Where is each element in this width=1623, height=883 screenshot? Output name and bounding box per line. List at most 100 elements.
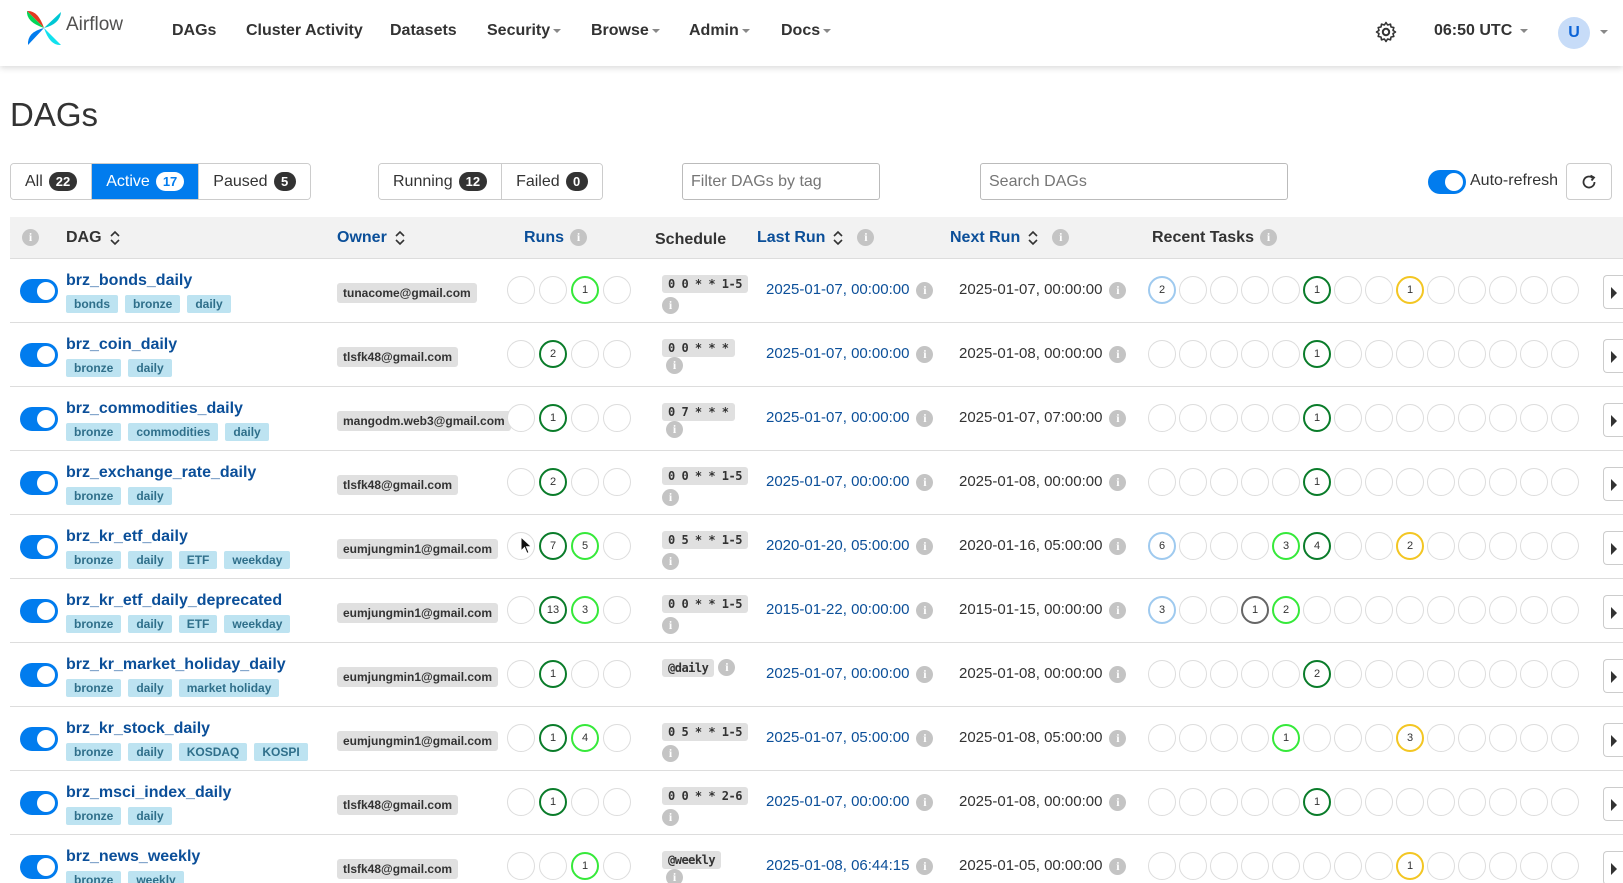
- task-state-circle[interactable]: [1427, 852, 1455, 880]
- run-state-circle[interactable]: [571, 788, 599, 816]
- info-icon[interactable]: i: [916, 473, 934, 491]
- task-state-circle[interactable]: [1458, 660, 1486, 688]
- dag-tag[interactable]: daily: [128, 551, 172, 569]
- task-state-circle[interactable]: [1241, 660, 1269, 688]
- task-state-circle[interactable]: [1489, 660, 1517, 688]
- task-state-circle[interactable]: [1303, 596, 1331, 624]
- task-state-circle[interactable]: 2: [1148, 276, 1176, 304]
- task-state-circle[interactable]: [1427, 276, 1455, 304]
- task-state-circle[interactable]: [1272, 468, 1300, 496]
- run-state-circle[interactable]: [507, 724, 535, 752]
- run-state-circle[interactable]: [603, 532, 631, 560]
- dag-pause-toggle[interactable]: [20, 471, 58, 495]
- task-state-circle[interactable]: 6: [1148, 532, 1176, 560]
- dag-tag[interactable]: KOSDAQ: [178, 743, 248, 761]
- schedule-badge[interactable]: 0 0 * * 1-5: [662, 595, 748, 613]
- task-state-circle[interactable]: [1148, 468, 1176, 496]
- run-state-circle[interactable]: [539, 276, 567, 304]
- task-state-circle[interactable]: [1427, 596, 1455, 624]
- task-state-circle[interactable]: [1520, 660, 1548, 688]
- task-state-circle[interactable]: [1458, 532, 1486, 560]
- dag-pause-toggle[interactable]: [20, 791, 58, 815]
- task-state-circle[interactable]: [1241, 276, 1269, 304]
- task-state-circle[interactable]: [1551, 660, 1579, 688]
- info-icon[interactable]: i: [1109, 409, 1127, 427]
- nav-dags[interactable]: DAGs: [172, 22, 216, 40]
- run-state-circle[interactable]: 4: [571, 724, 599, 752]
- info-icon[interactable]: i: [916, 345, 934, 363]
- info-icon[interactable]: i: [662, 745, 679, 762]
- task-state-circle[interactable]: [1365, 788, 1393, 816]
- dag-pause-toggle[interactable]: [20, 727, 58, 751]
- dag-tag[interactable]: daily: [128, 487, 172, 505]
- task-state-circle[interactable]: [1148, 788, 1176, 816]
- dag-tag[interactable]: ETF: [178, 551, 218, 569]
- task-state-circle[interactable]: [1148, 340, 1176, 368]
- run-state-circle[interactable]: 7: [539, 532, 567, 560]
- info-icon[interactable]: i: [666, 357, 683, 375]
- nav-cluster-activity[interactable]: Cluster Activity: [246, 22, 363, 40]
- dag-name-link[interactable]: brz_exchange_rate_daily: [66, 464, 256, 482]
- task-state-circle[interactable]: [1551, 340, 1579, 368]
- refresh-button[interactable]: [1566, 163, 1612, 200]
- task-state-circle[interactable]: [1303, 724, 1331, 752]
- dag-pause-toggle[interactable]: [20, 407, 58, 431]
- schedule-badge[interactable]: 0 7 * * *: [662, 403, 735, 421]
- task-state-circle[interactable]: [1396, 660, 1424, 688]
- task-state-circle[interactable]: [1241, 404, 1269, 432]
- task-state-circle[interactable]: [1427, 660, 1455, 688]
- task-state-circle[interactable]: [1148, 404, 1176, 432]
- run-state-circle[interactable]: [507, 404, 535, 432]
- task-state-circle[interactable]: [1210, 724, 1238, 752]
- dag-name-link[interactable]: brz_msci_index_daily: [66, 784, 231, 802]
- task-state-circle[interactable]: 1: [1303, 788, 1331, 816]
- info-icon[interactable]: i: [1109, 857, 1127, 875]
- task-state-circle[interactable]: [1179, 660, 1207, 688]
- task-state-circle[interactable]: [1241, 468, 1269, 496]
- info-icon[interactable]: i: [570, 229, 587, 247]
- task-state-circle[interactable]: [1179, 596, 1207, 624]
- task-state-circle[interactable]: [1396, 468, 1424, 496]
- task-state-circle[interactable]: [1427, 724, 1455, 752]
- task-state-circle[interactable]: 1: [1396, 276, 1424, 304]
- task-state-circle[interactable]: [1489, 404, 1517, 432]
- owner-badge[interactable]: eumjungmin1@gmail.com: [337, 603, 499, 623]
- run-state-circle[interactable]: 1: [539, 404, 567, 432]
- dag-name-link[interactable]: brz_commodities_daily: [66, 400, 243, 418]
- nav-browse[interactable]: Browse: [591, 22, 660, 40]
- task-state-circle[interactable]: [1334, 788, 1362, 816]
- run-state-circle[interactable]: [603, 468, 631, 496]
- owner-badge[interactable]: tlsfk48@gmail.com: [337, 795, 459, 815]
- row-actions-button[interactable]: [1603, 595, 1623, 629]
- task-state-circle[interactable]: [1179, 276, 1207, 304]
- task-state-circle[interactable]: [1365, 852, 1393, 880]
- search-dags-input[interactable]: [980, 163, 1288, 200]
- row-actions-button[interactable]: [1603, 275, 1623, 309]
- task-state-circle[interactable]: [1148, 660, 1176, 688]
- task-state-circle[interactable]: 3: [1396, 724, 1424, 752]
- run-state-circle[interactable]: 3: [571, 596, 599, 624]
- run-state-circle[interactable]: [603, 276, 631, 304]
- task-state-circle[interactable]: [1427, 404, 1455, 432]
- info-icon[interactable]: i: [662, 489, 679, 506]
- gear-icon[interactable]: [1374, 20, 1398, 44]
- dag-tag[interactable]: bonds: [66, 295, 118, 313]
- dag-tag[interactable]: commodities: [128, 423, 219, 441]
- task-state-circle[interactable]: [1458, 724, 1486, 752]
- run-state-circle[interactable]: 1: [539, 660, 567, 688]
- task-state-circle[interactable]: 3: [1148, 596, 1176, 624]
- schedule-badge[interactable]: 0 0 * * *: [662, 339, 735, 357]
- task-state-circle[interactable]: [1458, 596, 1486, 624]
- dag-tag[interactable]: daily: [128, 807, 172, 825]
- task-state-circle[interactable]: [1210, 340, 1238, 368]
- owner-badge[interactable]: eumjungmin1@gmail.com: [337, 539, 499, 559]
- run-state-circle[interactable]: 1: [571, 852, 599, 880]
- task-state-circle[interactable]: [1365, 532, 1393, 560]
- info-icon[interactable]: i: [916, 537, 934, 555]
- run-state-circle[interactable]: 5: [571, 532, 599, 560]
- task-state-circle[interactable]: 2: [1272, 596, 1300, 624]
- task-state-circle[interactable]: [1520, 468, 1548, 496]
- last-run-link[interactable]: 2020-01-20, 05:00:00 i: [766, 537, 934, 555]
- row-actions-button[interactable]: [1603, 787, 1623, 821]
- task-state-circle[interactable]: 1: [1303, 340, 1331, 368]
